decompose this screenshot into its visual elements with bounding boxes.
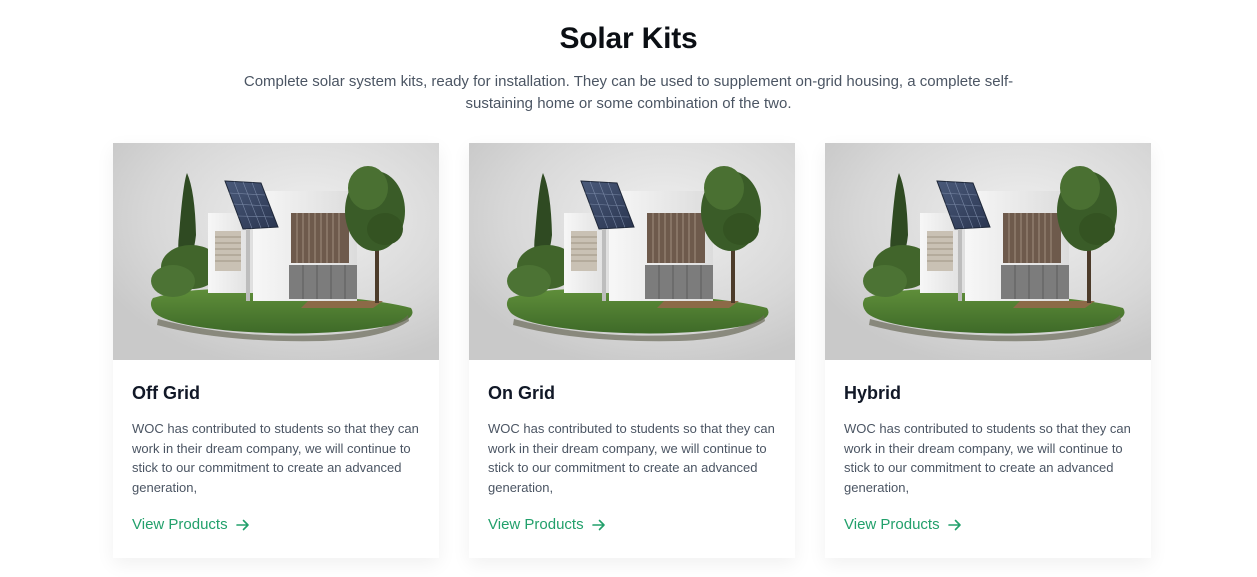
solar-house-icon <box>113 143 439 360</box>
solar-house-icon <box>469 143 795 360</box>
solar-kits-cards: Off Grid WOC has contributed to students… <box>113 143 1151 558</box>
section-title: Solar Kits <box>559 22 698 55</box>
card-title: Off Grid <box>132 383 200 403</box>
view-products-label: View Products <box>844 516 940 533</box>
view-products-label: View Products <box>132 516 228 533</box>
kit-card-hybrid: Hybrid WOC has contributed to students s… <box>825 143 1151 558</box>
kit-card-off-grid: Off Grid WOC has contributed to students… <box>113 143 439 558</box>
kit-card-on-grid: On Grid WOC has contributed to students … <box>469 143 795 558</box>
arrow-right-icon <box>591 518 606 532</box>
view-products-link[interactable]: View Products <box>844 516 962 533</box>
card-description: WOC has contributed to students so that … <box>844 421 1131 495</box>
section-subtitle: Complete solar system kits, ready for in… <box>243 73 1014 112</box>
view-products-label: View Products <box>488 516 584 533</box>
arrow-right-icon <box>947 518 962 532</box>
card-title: Hybrid <box>844 383 902 403</box>
card-title: On Grid <box>488 383 555 403</box>
view-products-link[interactable]: View Products <box>132 516 250 533</box>
card-description: WOC has contributed to students so that … <box>488 421 775 495</box>
arrow-right-icon <box>235 518 250 532</box>
card-description: WOC has contributed to students so that … <box>132 421 419 495</box>
view-products-link[interactable]: View Products <box>488 516 606 533</box>
solar-house-icon <box>825 143 1151 360</box>
